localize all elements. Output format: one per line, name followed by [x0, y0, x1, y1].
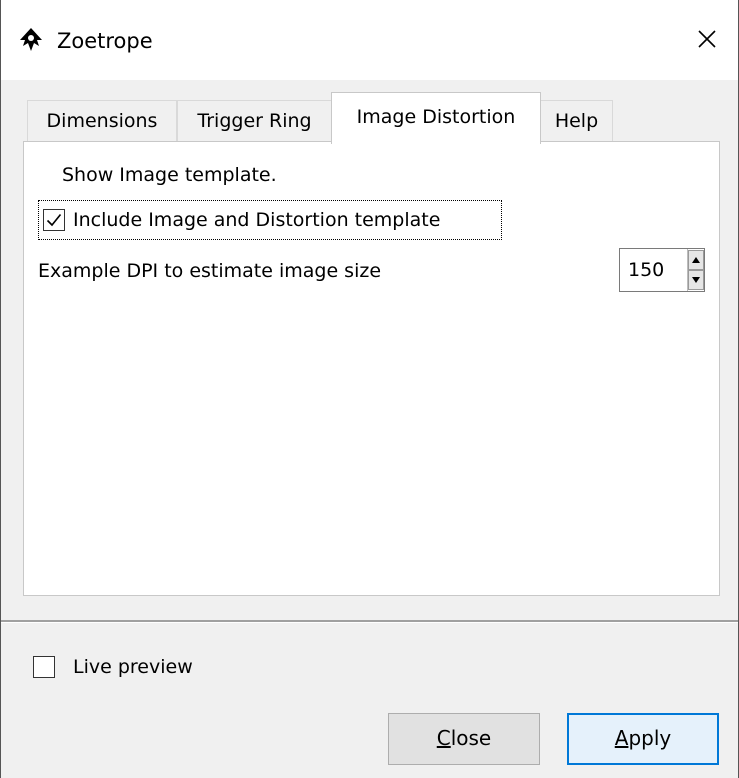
spin-down-icon[interactable] — [688, 270, 704, 290]
inkscape-icon — [18, 27, 44, 53]
dpi-spinbox[interactable]: 150 — [619, 248, 705, 292]
live-preview-checkbox[interactable] — [33, 656, 55, 678]
spin-up-icon[interactable] — [688, 250, 704, 270]
tab-help[interactable]: Help — [540, 100, 613, 142]
footer-separator — [1, 620, 738, 623]
live-preview-label: Live preview — [73, 656, 193, 678]
window-title: Zoetrope — [57, 29, 153, 53]
dialog-window: Zoetrope Dimensions Trigger Ring Image D… — [0, 0, 739, 778]
tab-panel-image-distortion: Show Image template. Include Image and D… — [23, 141, 720, 596]
close-button-label: lose — [450, 726, 492, 750]
apply-button-mnemonic: A — [614, 726, 629, 750]
tab-image-distortion[interactable]: Image Distortion — [331, 92, 541, 144]
spin-buttons — [687, 249, 704, 291]
close-icon[interactable] — [690, 22, 724, 56]
dpi-value[interactable]: 150 — [628, 257, 664, 283]
apply-button-label: pply — [628, 726, 672, 750]
include-template-label: Include Image and Distortion template — [73, 209, 441, 231]
include-template-checkbox[interactable] — [43, 209, 65, 231]
tab-trigger-ring[interactable]: Trigger Ring — [177, 100, 332, 142]
close-button-mnemonic: C — [436, 726, 451, 750]
checkmark-icon — [46, 213, 62, 227]
close-button[interactable]: Close — [388, 713, 540, 765]
apply-button[interactable]: Apply — [567, 713, 719, 765]
tab-dimensions[interactable]: Dimensions — [27, 100, 177, 142]
show-template-label: Show Image template. — [62, 164, 277, 186]
title-bar[interactable]: Zoetrope — [1, 0, 738, 80]
dpi-label: Example DPI to estimate image size — [38, 260, 382, 282]
include-template-row[interactable]: Include Image and Distortion template — [38, 200, 502, 240]
tab-bar: Dimensions Trigger Ring Image Distortion… — [1, 92, 738, 144]
